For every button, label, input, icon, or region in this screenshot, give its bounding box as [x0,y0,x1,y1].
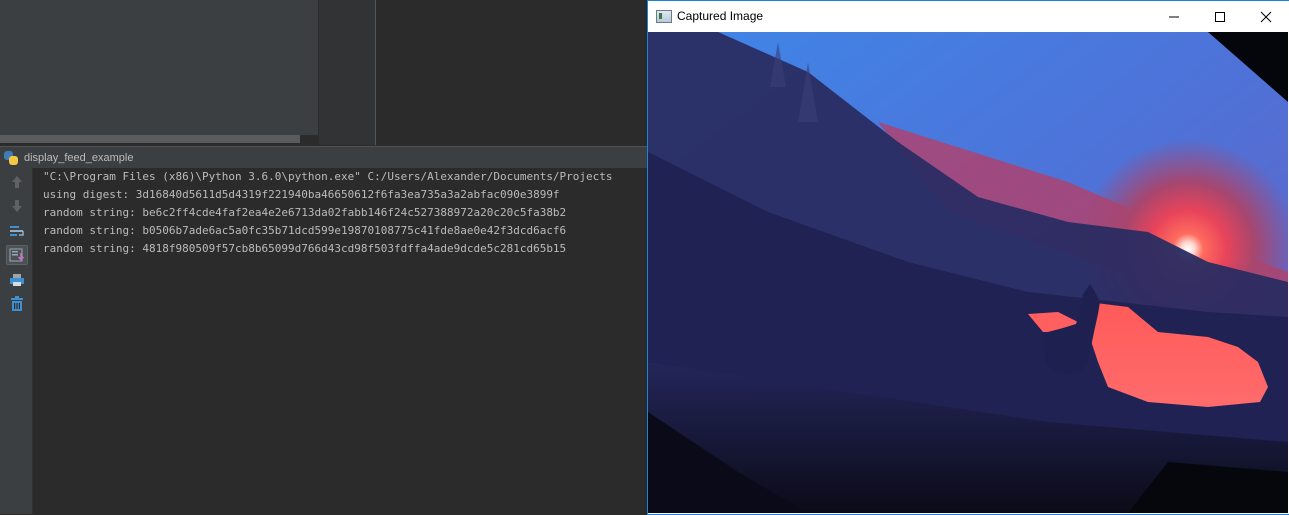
captured-camera-image [648,32,1288,513]
run-toolbar [0,168,33,514]
console-line: random string: 4818f980509f57cb8b65099d7… [43,242,567,255]
console-line: using digest: 3d16840d5611d5d4319f221940… [43,188,560,201]
landscape-sunset-image [648,32,1288,513]
console-output[interactable]: "C:\Program Files (x86)\Python 3.6.0\pyt… [33,168,648,514]
scroll-up-icon[interactable] [6,172,28,192]
python-icon [4,150,18,165]
project-panel [0,0,318,135]
print-icon[interactable] [6,270,28,290]
project-panel-scrollbar[interactable] [0,135,300,143]
minimize-button[interactable] [1151,1,1197,32]
run-panel-header: display_feed_example [0,146,648,168]
run-tab-title[interactable]: display_feed_example [24,152,133,164]
minimize-icon [1169,16,1179,17]
window-title: Captured Image [677,9,764,23]
editor-gutter [319,0,375,145]
close-icon [1260,11,1272,22]
window-titlebar[interactable]: Captured Image [648,1,1289,32]
trash-icon[interactable] [6,294,28,314]
console-line: "C:\Program Files (x86)\Python 3.6.0\pyt… [43,170,613,183]
soft-wrap-icon[interactable] [6,221,28,241]
code-editor[interactable] [376,0,648,145]
scroll-to-end-icon[interactable] [6,245,28,265]
console-line: random string: b0506b7ade6ac5a0fc35b71dc… [43,224,567,237]
close-button[interactable] [1243,1,1289,32]
app-icon [656,10,672,23]
maximize-button[interactable] [1197,1,1243,32]
captured-image-window: Captured Image [647,0,1289,515]
console-line: random string: be6c2ff4cde4faf2ea4e2e671… [43,206,567,219]
scroll-down-icon[interactable] [6,196,28,216]
maximize-icon [1215,11,1225,22]
